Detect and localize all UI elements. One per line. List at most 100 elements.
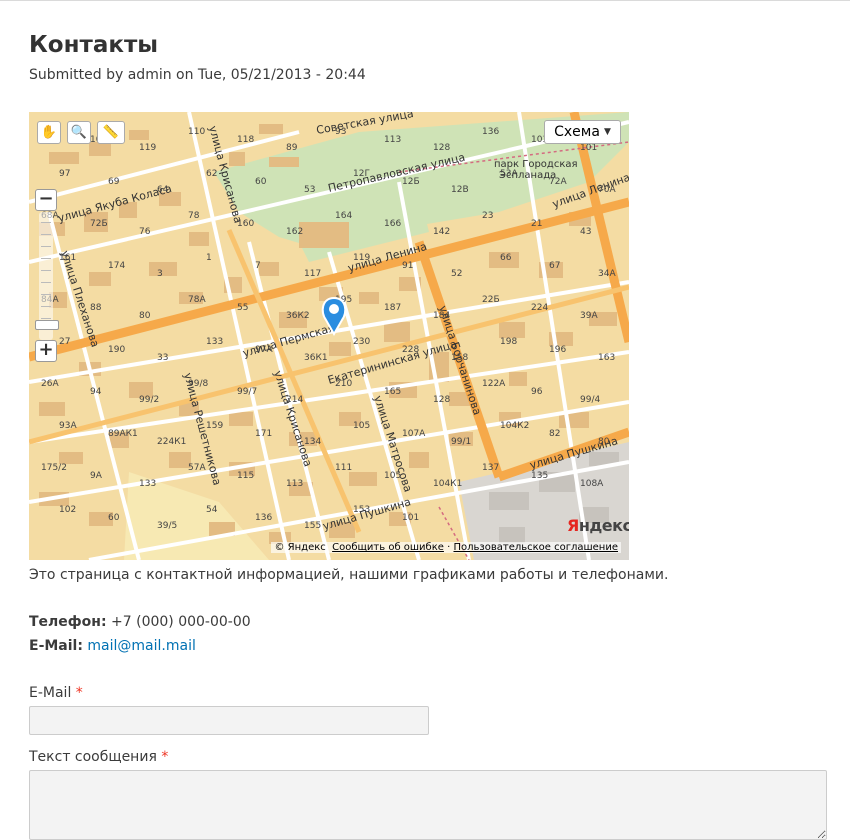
house-number: 39/5 [157, 521, 177, 531]
house-number: 128 [433, 395, 450, 405]
house-number: 162 [286, 227, 303, 237]
email-label: E-Mail: [29, 638, 83, 654]
house-number: 198 [500, 337, 517, 347]
house-number: 23 [482, 211, 493, 221]
house-number: 54 [206, 505, 218, 515]
email-line: E-Mail: mail@mail.mail [29, 638, 196, 654]
house-number: 158 [451, 353, 468, 363]
house-number: 190 [108, 345, 125, 355]
house-number: 164 [335, 211, 352, 221]
zoom-in-button[interactable]: + [35, 340, 57, 362]
house-number: 78 [188, 211, 200, 221]
user-agreement-link[interactable]: Пользовательское соглашение [453, 542, 618, 553]
house-number: 101 [580, 143, 597, 153]
house-number: 136 [255, 513, 272, 523]
house-number: 21 [531, 219, 542, 229]
house-number: 26А [41, 379, 59, 389]
house-number: 122А [482, 379, 506, 389]
house-number: 97 [59, 169, 70, 179]
house-number: 166 [384, 219, 401, 229]
house-number: 119 [353, 253, 370, 263]
house-number: 53 [304, 185, 315, 195]
report-error-link[interactable]: Сообщить об ошибке [332, 542, 444, 553]
house-number: 104К1 [433, 479, 462, 489]
house-number: 55 [237, 303, 248, 313]
house-number: 107А [402, 429, 426, 439]
house-number: 196 [549, 345, 566, 355]
house-number: 128 [433, 143, 450, 153]
house-number: 60 [108, 513, 120, 523]
house-number: 118 [237, 135, 254, 145]
magnifier-icon: 🔍 [70, 125, 88, 140]
house-number: 7 [255, 261, 261, 271]
message-field-label: Текст сообщения * [29, 749, 168, 765]
house-number: 161 [59, 253, 76, 263]
house-number: 155 [304, 521, 321, 531]
house-number: 82 [549, 429, 560, 439]
house-number: 99/1 [451, 437, 471, 447]
house-number: 89АК1 [108, 429, 138, 439]
zoom-slider-thumb[interactable] [35, 320, 59, 330]
page-title: Контакты [29, 32, 159, 58]
house-number: 142 [433, 227, 450, 237]
map-footer: © Яндекс Сообщить об ошибке · Пользовате… [271, 542, 621, 553]
house-number: 52 [451, 269, 462, 279]
house-number: 93А [59, 421, 77, 431]
house-number: 60 [255, 177, 267, 187]
email-field-label: E-Mail * [29, 685, 83, 701]
house-number: 62 [206, 169, 217, 179]
ruler-icon: 📏 [102, 125, 120, 140]
map-copyright: © Яндекс [274, 542, 326, 553]
house-number: 39А [580, 311, 598, 321]
house-number: 72А [549, 177, 567, 187]
email-field[interactable] [29, 706, 429, 735]
yandex-logo: Яндекс [567, 516, 629, 535]
ruler-tool-button[interactable]: 📏 [97, 121, 125, 144]
house-number: 70А [598, 185, 616, 195]
map-type-label: Схема [554, 124, 600, 140]
house-number: 99/2 [139, 395, 159, 405]
house-number: 214 [286, 395, 303, 405]
house-number: 133 [139, 479, 156, 489]
house-number: 72Б [90, 219, 108, 229]
house-number: 110 [188, 127, 205, 137]
house-number: 99/7 [237, 387, 257, 397]
house-number: 175/2 [41, 463, 67, 473]
house-number: 165 [384, 387, 401, 397]
house-number: 78А [188, 295, 206, 305]
house-number: 108А [580, 479, 604, 489]
house-number: 187 [384, 303, 401, 313]
house-number: 94 [90, 387, 102, 397]
message-textarea[interactable] [29, 770, 827, 840]
house-number: 230 [353, 337, 370, 347]
house-number: 228 [402, 345, 419, 355]
email-link[interactable]: mail@mail.mail [87, 638, 195, 654]
hand-tool-button[interactable]: ✋ [37, 121, 61, 144]
magnifier-tool-button[interactable]: 🔍 [67, 121, 91, 144]
yandex-map[interactable]: Советская улица Петропавловская улица па… [29, 112, 629, 560]
zoom-out-button[interactable]: − [35, 189, 57, 211]
house-number: 80 [139, 311, 151, 321]
house-number: 36К2 [286, 311, 310, 321]
house-number: 134 [304, 437, 321, 447]
hand-icon: ✋ [40, 125, 58, 140]
house-number: 43 [580, 227, 591, 237]
house-number: 93 [335, 127, 346, 137]
required-marker: * [75, 685, 83, 701]
house-number: 57А [188, 463, 206, 473]
house-number: 36К1 [304, 353, 328, 363]
house-number: 224 [531, 303, 548, 313]
house-number: 66 [500, 253, 512, 263]
house-number: 9А [90, 471, 103, 481]
house-number: 159 [206, 421, 223, 431]
house-number: 80 [598, 437, 610, 447]
map-canvas[interactable]: Советская улица Петропавловская улица па… [29, 112, 629, 560]
house-number: 102 [59, 505, 76, 515]
phone-label: Телефон: [29, 614, 107, 630]
house-number: 171 [255, 429, 272, 439]
house-number: 105 [384, 471, 401, 481]
house-number: 34А [598, 269, 616, 279]
phone-value: +7 (000) 000-00-00 [111, 614, 251, 630]
map-type-dropdown[interactable]: Схема ▼ [544, 120, 621, 144]
house-number: 67 [549, 261, 560, 271]
